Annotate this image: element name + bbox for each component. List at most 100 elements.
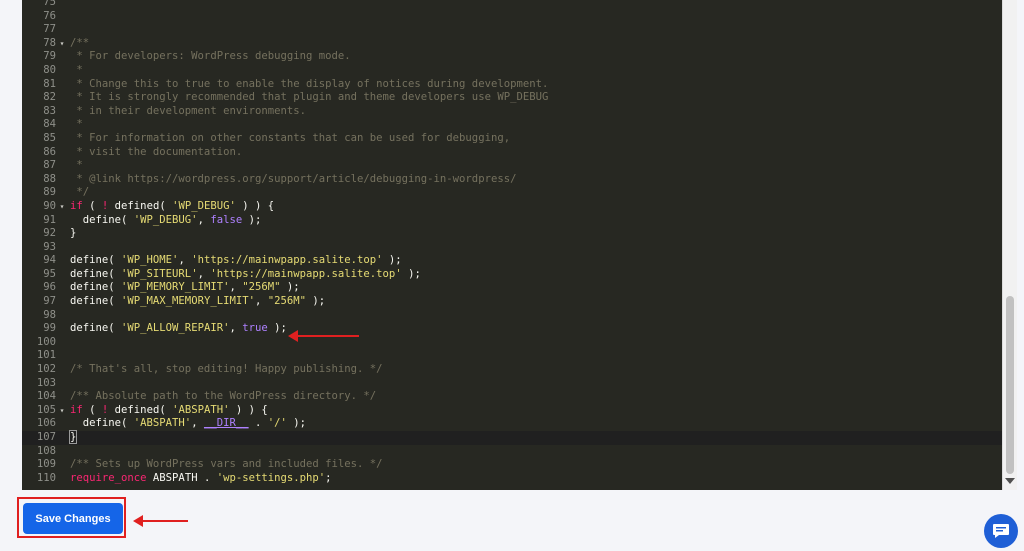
- code-token: );: [267, 322, 287, 335]
- fold-arrow-icon[interactable]: ▾: [57, 404, 67, 418]
- code-line[interactable]: 77: [22, 23, 1002, 37]
- code-text[interactable]: /* That's all, stop editing! Happy publi…: [70, 363, 383, 377]
- code-line[interactable]: 78 ▾/**: [22, 37, 1002, 51]
- code-line[interactable]: 86 * visit the documentation.: [22, 146, 1002, 160]
- code-text[interactable]: /** Absolute path to the WordPress direc…: [70, 390, 376, 404]
- code-line[interactable]: 85 * For information on other constants …: [22, 132, 1002, 146]
- code-line[interactable]: 83 * in their development environments.: [22, 105, 1002, 119]
- code-text[interactable]: /** Sets up WordPress vars and included …: [70, 458, 383, 472]
- code-text[interactable]: }: [70, 227, 76, 241]
- editor-scrollbar[interactable]: [1002, 0, 1017, 490]
- code-line[interactable]: 79 * For developers: WordPress debugging…: [22, 50, 1002, 64]
- scrollbar-thumb[interactable]: [1006, 296, 1014, 474]
- code-text[interactable]: define( 'WP_ALLOW_REPAIR', true );: [70, 322, 287, 336]
- line-number: 86: [43, 145, 56, 158]
- code-text[interactable]: }: [68, 430, 78, 445]
- code-text[interactable]: define( 'ABSPATH', __DIR__ . '/' );: [70, 417, 306, 431]
- code-line[interactable]: 107}: [22, 430, 1002, 445]
- code-line[interactable]: 108: [22, 445, 1002, 459]
- code-line[interactable]: 96 define( 'WP_MEMORY_LIMIT', "256M" );: [22, 281, 1002, 295]
- code-line[interactable]: 105 ▾ if ( ! defined( 'ABSPATH' ) ) {: [22, 404, 1002, 418]
- code-text[interactable]: * It is strongly recommended that plugin…: [70, 91, 548, 105]
- code-line[interactable]: 80 *: [22, 64, 1002, 78]
- scroll-down-arrow-icon[interactable]: [1005, 478, 1015, 484]
- code-text[interactable]: * For information on other constants tha…: [70, 132, 510, 146]
- code-text[interactable]: define( 'WP_DEBUG', false );: [70, 213, 262, 228]
- code-text[interactable]: *: [70, 64, 82, 78]
- code-text[interactable]: define( 'WP_MEMORY_LIMIT', "256M" );: [70, 281, 300, 295]
- code-line[interactable]: 92}: [22, 227, 1002, 241]
- code-line[interactable]: 99 define( 'WP_ALLOW_REPAIR', true );: [22, 322, 1002, 336]
- code-text[interactable]: * in their development environments.: [70, 105, 306, 119]
- code-text[interactable]: * For developers: WordPress debugging mo…: [70, 50, 350, 64]
- code-text[interactable]: * Change this to true to enable the disp…: [70, 78, 548, 92]
- code-editor[interactable]: 75 76 77 78 ▾/** 79 * For developers: WordPre…: [22, 0, 1002, 490]
- fold-arrow-icon[interactable]: ▾: [57, 37, 67, 51]
- fold-arrow-icon[interactable]: ▾: [57, 200, 67, 214]
- editor-lines[interactable]: 75 76 77 78 ▾/** 79 * For developers: WordPre…: [22, 0, 1002, 485]
- code-line[interactable]: 90 ▾ if ( ! defined( 'WP_DEBUG' ) ) {: [22, 200, 1002, 214]
- code-text[interactable]: * @link https://wordpress.org/support/ar…: [70, 173, 516, 187]
- code-line[interactable]: 94 define( 'WP_HOME', 'https://mainwpapp.…: [22, 254, 1002, 268]
- code-token: ) ) {: [235, 199, 275, 212]
- code-token: /* That's all, stop editing! Happy publi…: [70, 363, 383, 376]
- line-number: 76: [43, 9, 56, 22]
- code-line[interactable]: 102 /* That's all, stop editing! Happy pu…: [22, 363, 1002, 377]
- code-line[interactable]: 84 *: [22, 118, 1002, 132]
- code-token: 'WP_DEBUG': [133, 213, 198, 226]
- code-line[interactable]: 101: [22, 349, 1002, 363]
- code-token: require_once: [70, 471, 147, 484]
- code-token: * in their development environments.: [70, 104, 306, 117]
- code-line[interactable]: 76: [22, 10, 1002, 24]
- code-token: 'WP_DEBUG': [172, 199, 236, 212]
- code-line[interactable]: 109 /** Sets up WordPress vars and includ…: [22, 458, 1002, 472]
- line-number: 99: [43, 322, 56, 335]
- code-text[interactable]: *: [70, 118, 83, 132]
- code-text[interactable]: /**: [70, 37, 89, 51]
- left-margin: [0, 0, 22, 490]
- code-token: /** Sets up WordPress vars and included …: [70, 458, 383, 471]
- code-token: *: [70, 118, 83, 131]
- code-text[interactable]: * visit the documentation.: [70, 146, 242, 160]
- line-number: 83: [43, 104, 56, 117]
- code-text[interactable]: if ( ! defined( 'ABSPATH' ) ) {: [70, 404, 268, 418]
- code-text[interactable]: require_once ABSPATH . 'wp-settings.php'…: [70, 472, 332, 486]
- code-token: ,: [191, 417, 204, 430]
- chat-button[interactable]: [984, 514, 1018, 548]
- code-line[interactable]: 91 define( 'WP_DEBUG', false );: [22, 214, 1002, 228]
- code-token: * It is strongly recommended that plugin…: [70, 91, 549, 104]
- line-number: 82: [43, 91, 56, 104]
- code-line[interactable]: 82 * It is strongly recommended that plu…: [22, 91, 1002, 105]
- code-text[interactable]: define( 'WP_SITEURL', 'https://mainwpapp…: [70, 268, 421, 282]
- code-line[interactable]: 104 /** Absolute path to the WordPress di…: [22, 390, 1002, 404]
- line-number: 95: [43, 267, 56, 280]
- code-line[interactable]: 75: [22, 0, 1002, 10]
- code-text[interactable]: if ( ! defined( 'WP_DEBUG' ) ) {: [70, 200, 274, 214]
- line-number: 103: [36, 376, 56, 389]
- code-line[interactable]: 95 define( 'WP_SITEURL', 'https://mainwpa…: [22, 268, 1002, 282]
- code-text[interactable]: */: [70, 186, 89, 200]
- line-number: 108: [36, 444, 56, 457]
- code-token: );: [286, 417, 307, 430]
- code-text[interactable]: define( 'WP_MAX_MEMORY_LIMIT', "256M" );: [70, 295, 325, 309]
- code-line[interactable]: 98: [22, 309, 1002, 323]
- red-arrow-icon: [133, 515, 188, 527]
- code-line[interactable]: 97 define( 'WP_MAX_MEMORY_LIMIT', "256M" …: [22, 295, 1002, 309]
- code-line[interactable]: 87 *: [22, 159, 1002, 173]
- code-line[interactable]: 110 require_once ABSPATH . 'wp-settings.p…: [22, 472, 1002, 486]
- code-text[interactable]: *: [70, 159, 82, 173]
- save-changes-button[interactable]: Save Changes: [23, 503, 123, 534]
- code-token: ,: [229, 322, 243, 335]
- code-line[interactable]: 81 * Change this to true to enable the d…: [22, 78, 1002, 92]
- code-token: "256M": [242, 281, 281, 294]
- line-number: 81: [43, 77, 56, 90]
- code-line[interactable]: 100: [22, 336, 1002, 350]
- code-text[interactable]: define( 'WP_HOME', 'https://mainwpapp.sa…: [70, 254, 402, 268]
- code-line[interactable]: 103: [22, 377, 1002, 391]
- code-line[interactable]: 89 */: [22, 186, 1002, 200]
- code-token: ,: [197, 267, 211, 280]
- code-line[interactable]: 93: [22, 241, 1002, 255]
- code-line[interactable]: 106 define( 'ABSPATH', __DIR__ . '/' );: [22, 417, 1002, 431]
- code-line[interactable]: 88 * @link https://wordpress.org/support…: [22, 173, 1002, 187]
- code-token: ,: [254, 295, 268, 308]
